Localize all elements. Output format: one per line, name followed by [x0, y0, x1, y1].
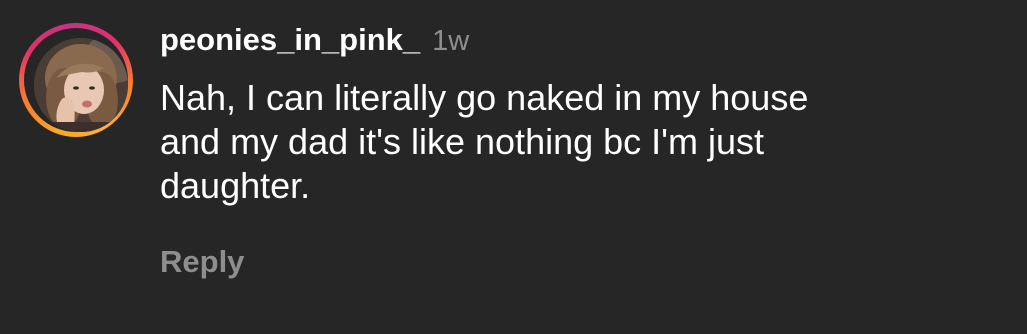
comment-text: Nah, I can literally go naked in my hous…	[160, 77, 809, 206]
comment-header: peonies_in_pink_ 1w	[160, 22, 469, 62]
avatar-photo-icon	[34, 38, 128, 132]
username-link[interactable]: peonies_in_pink_	[160, 22, 420, 58]
avatar-ring-gap	[24, 28, 128, 132]
avatar[interactable]	[34, 38, 128, 132]
reply-button[interactable]: Reply	[160, 244, 244, 280]
comment-timestamp: 1w	[432, 25, 470, 57]
comment: peonies_in_pink_ 1w Nah, I can literally…	[0, 0, 1027, 334]
avatar-story-ring[interactable]	[19, 23, 133, 137]
